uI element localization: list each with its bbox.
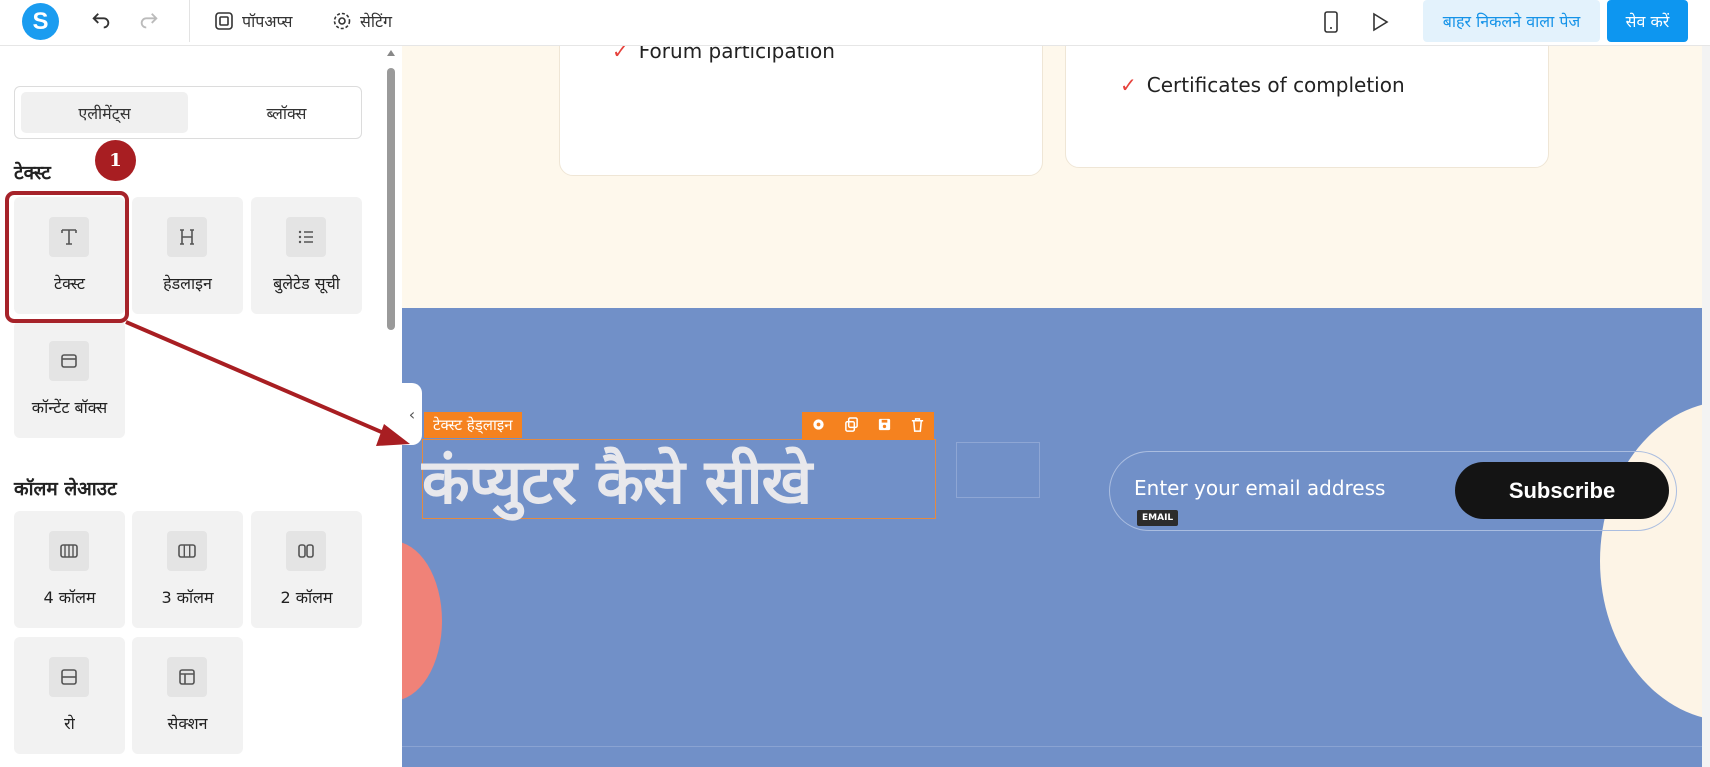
feature-item: ✓ Certificates of completion [1120, 73, 1405, 97]
sidebar-scroll-up-arrow[interactable] [387, 50, 395, 56]
element-label: कॉन्टेंट बॉक्स [31, 398, 108, 417]
feature-item: ✓ Forum participation [612, 46, 835, 63]
canvas-scrollbar[interactable] [1702, 46, 1710, 767]
email-form: Enter your email address EMAIL Subscribe [1109, 451, 1677, 531]
element-label: 3 कॉलम [161, 588, 214, 607]
check-icon: ✓ [1120, 73, 1137, 97]
column-section-title: कॉलम लेआउट [14, 478, 117, 500]
popups-button[interactable]: पॉपअप्स [214, 10, 292, 32]
element-label: सेक्शन [167, 714, 208, 733]
two-column-icon [286, 531, 326, 571]
element-label: बुलेटेड सूची [273, 274, 340, 293]
exit-page-button[interactable]: बाहर निकलने वाला पेज [1423, 0, 1600, 42]
element-label: 4 कॉलम [43, 588, 96, 607]
play-preview-icon[interactable] [1367, 9, 1393, 35]
section-divider [402, 746, 1702, 747]
duplicate-icon[interactable] [844, 416, 859, 436]
sidebar-scrollbar[interactable] [387, 68, 395, 330]
save-icon[interactable] [877, 417, 892, 436]
section-icon [167, 657, 207, 697]
element-bulleted-list[interactable]: बुलेटेड सूची [251, 197, 362, 314]
chevron-left-icon: ‹ [408, 404, 416, 424]
element-two-column[interactable]: 2 कॉलम [251, 511, 362, 628]
save-button[interactable]: सेव करें [1607, 0, 1688, 42]
popup-icon [215, 12, 233, 30]
annotation-step-badge: 1 [95, 140, 136, 181]
toolbar-divider [189, 0, 190, 42]
element-label: हेडलाइन [163, 274, 212, 293]
row-icon [49, 657, 89, 697]
element-toolbar [802, 412, 934, 440]
check-icon: ✓ [612, 46, 629, 63]
list-icon [286, 217, 326, 257]
email-field-tag: EMAIL [1137, 510, 1179, 526]
element-four-column[interactable]: 4 कॉलम [14, 511, 125, 628]
app-logo[interactable]: S [22, 3, 59, 40]
four-column-icon [49, 531, 89, 571]
top-toolbar: S पॉपअप्स सेटिंग बाहर निकलने वाला पेज से… [0, 0, 1710, 46]
redo-icon[interactable] [136, 9, 162, 35]
empty-placeholder[interactable] [956, 442, 1040, 498]
content-box-icon [49, 341, 89, 381]
elements-sidebar: एलीमेंट्स ब्लॉक्स टेक्स्ट टेक्स्ट हेडलाइ… [0, 46, 386, 767]
annotation-highlight-box [5, 191, 129, 323]
headline-icon [167, 217, 207, 257]
element-content-box[interactable]: कॉन्टेंट बॉक्स [14, 321, 125, 438]
page-headline[interactable]: कंप्युटर कैसे सीखे [422, 438, 812, 522]
newsletter-section[interactable] [402, 308, 1702, 767]
feature-card: ✓ Certificates of completion [1065, 46, 1549, 168]
mobile-preview-icon[interactable] [1318, 9, 1344, 35]
trash-icon[interactable] [910, 417, 925, 436]
three-column-icon [167, 531, 207, 571]
page-canvas: ✓ Forum participation ✓ Certificates of … [402, 46, 1702, 767]
subscribe-button[interactable]: Subscribe [1455, 462, 1669, 519]
element-three-column[interactable]: 3 कॉलम [132, 511, 243, 628]
collapse-sidebar-button[interactable]: ‹ [402, 383, 422, 445]
feature-card: ✓ Forum participation [559, 46, 1043, 176]
tab-elements[interactable]: एलीमेंट्स [21, 92, 188, 133]
tab-blocks[interactable]: ब्लॉक्स [203, 92, 370, 133]
gear-icon [333, 12, 351, 30]
email-input[interactable]: Enter your email address [1134, 476, 1385, 500]
selected-element-label: टेक्स्ट हेड्लाइन [424, 412, 522, 438]
settings-button[interactable]: सेटिंग [332, 10, 392, 32]
gear-icon[interactable] [811, 417, 826, 436]
element-headline[interactable]: हेडलाइन [132, 197, 243, 314]
element-label: 2 कॉलम [280, 588, 333, 607]
element-label: रो [64, 714, 75, 733]
undo-icon[interactable] [88, 9, 114, 35]
element-row[interactable]: रो [14, 637, 125, 754]
element-section[interactable]: सेक्शन [132, 637, 243, 754]
sidebar-tabs: एलीमेंट्स ब्लॉक्स [14, 86, 362, 139]
text-section-title: टेक्स्ट [14, 162, 51, 184]
